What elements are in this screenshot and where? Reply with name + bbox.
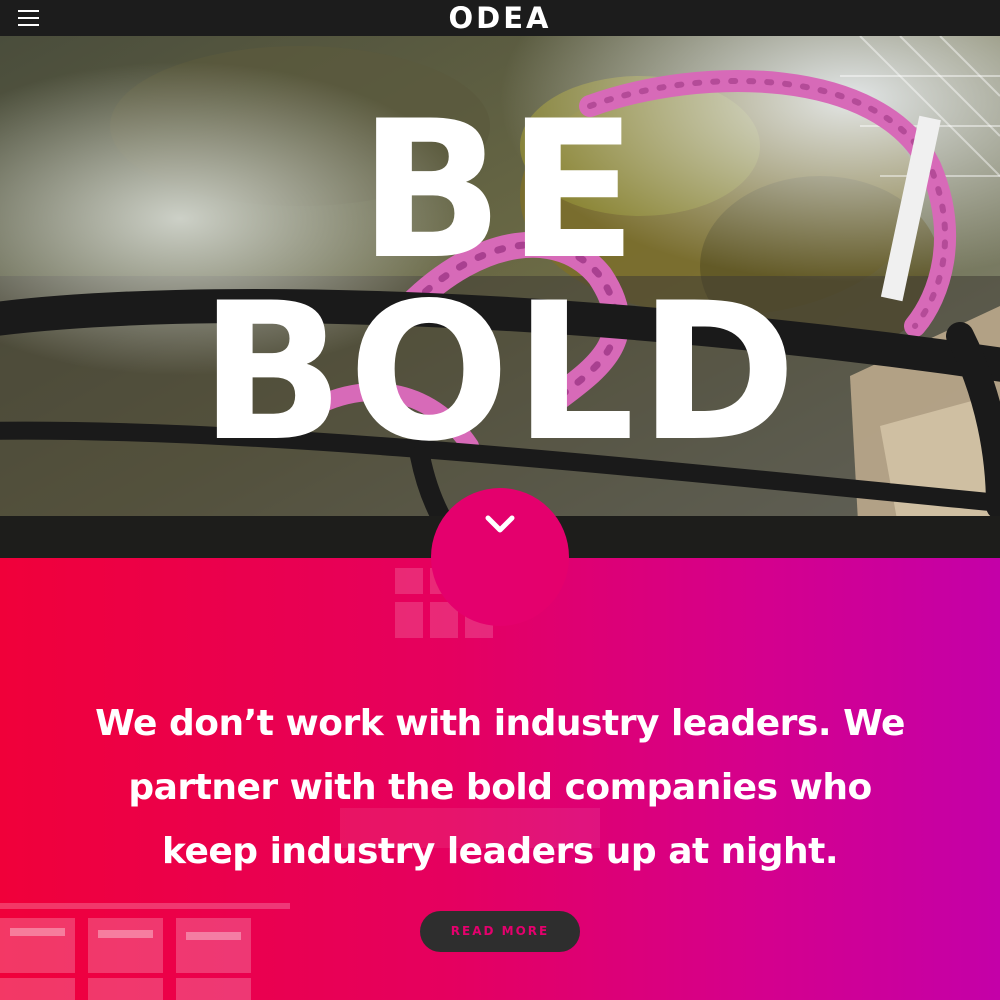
headline-line-bold: BOLD — [199, 262, 801, 483]
top-navigation-bar: ODEA — [0, 0, 1000, 36]
logo[interactable]: ODEA — [0, 1, 1000, 35]
hero-headline: BE BOLD — [0, 80, 1000, 483]
chevron-down-icon — [485, 515, 515, 533]
headline-line-be: BE — [358, 80, 642, 301]
scroll-down-button[interactable] — [431, 488, 569, 626]
mission-statement: We don’t work with industry leaders. We … — [95, 703, 905, 872]
read-more-button[interactable]: READ MORE — [420, 911, 580, 952]
page: ODEA BE BOLD We don’t work with industry… — [0, 0, 1000, 1000]
hero-section: BE BOLD — [0, 36, 1000, 558]
